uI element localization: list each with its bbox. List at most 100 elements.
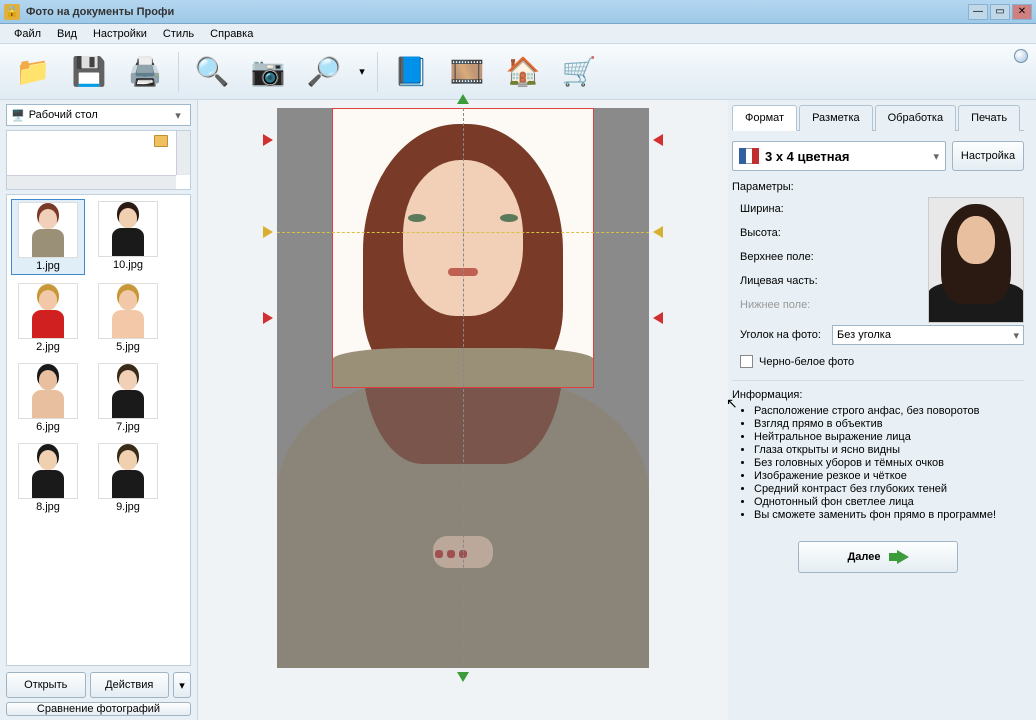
book-help-icon: 📘 [394,55,429,88]
actions-dropdown[interactable]: ▾ [173,672,191,698]
guide-marker[interactable] [653,226,663,238]
info-item: Расположение строго анфас, без поворотов [754,405,1024,417]
toolbar-help-button[interactable]: 📘 [384,49,438,95]
new-icon: 📁 [16,55,51,88]
thumbnail-image [18,283,78,339]
flag-icon [739,148,759,164]
folder-tree[interactable] [6,130,191,190]
menu-style[interactable]: Стиль [155,26,202,42]
thumbnail-label: 10.jpg [113,259,143,271]
bw-checkbox[interactable] [740,355,753,368]
tabs: Формат Разметка Обработка Печать [732,104,1024,131]
actions-button[interactable]: Действия [90,672,170,698]
info-item: Изображение резкое и чёткое [754,470,1024,482]
titlebar: 🔒 Фото на документы Профи — ▭ ✕ [0,0,1036,24]
thumbnail-image [98,443,158,499]
thumbnail[interactable]: 8.jpg [11,441,85,515]
open-button[interactable]: Открыть [6,672,86,698]
toolbar-new-button[interactable]: 📁 [6,49,60,95]
guide-marker-bottom[interactable] [457,672,469,682]
compare-button[interactable]: Сравнение фотографий [6,702,191,716]
thumbnail-label: 6.jpg [36,421,60,433]
sidebar: 🖥️ Рабочий стол ▾ 1.jpg 10.jpg 2.jpg 5.jpg 6… [0,100,198,720]
config-button[interactable]: Настройка [952,141,1024,171]
folder-combo[interactable]: 🖥️ Рабочий стол ▾ [6,104,191,126]
guide-marker[interactable] [653,134,663,146]
home-icon: 🏠 [506,55,541,88]
guide-marker[interactable] [653,312,663,324]
guide-marker[interactable] [263,312,273,324]
tree-vertical-scrollbar[interactable] [176,131,190,175]
thumbnail-label: 2.jpg [36,341,60,353]
toolbar: 📁 💾 🖨️ 🔍 📷 🔎 ▾ 📘 🎞️ 🏠 🛒 [0,44,1036,100]
toolbar-cart-button[interactable]: 🛒 [552,49,606,95]
params-heading: Параметры: [732,181,1024,193]
maximize-button[interactable]: ▭ [990,4,1010,20]
toolbar-search-dropdown[interactable]: ▾ [353,49,371,95]
format-preset-combo[interactable]: 3 x 4 цветная ▾ [732,141,946,171]
next-button-label: Далее [847,551,880,563]
tab-format[interactable]: Формат [732,105,797,131]
toolbar-save-button[interactable]: 💾 [62,49,116,95]
thumbnail[interactable]: 5.jpg [91,281,165,355]
photo-canvas[interactable] [277,108,649,668]
guide-vertical [463,108,464,668]
toolbar-video-button[interactable]: 🎞️ [440,49,494,95]
next-button[interactable]: Далее [798,541,958,573]
toolbar-separator [178,52,179,92]
chevron-down-icon: ▾ [933,150,939,163]
guide-marker[interactable] [263,134,273,146]
info-item: Вы сможете заменить фон прямо в программ… [754,509,1024,521]
tab-print[interactable]: Печать [958,105,1020,131]
chevron-down-icon: ▾ [170,109,186,122]
thumbnail[interactable]: 10.jpg [91,199,165,275]
thumbnail-label: 8.jpg [36,501,60,513]
folder-label: Рабочий стол [29,109,98,121]
thumbnail-image [18,443,78,499]
save-icon: 💾 [72,55,107,88]
guide-marker-top[interactable] [457,94,469,104]
tree-horizontal-scrollbar[interactable] [7,175,176,189]
folder-icon [154,135,168,147]
thumbnail-label: 9.jpg [116,501,140,513]
thumbnail[interactable]: 7.jpg [91,361,165,435]
minimize-button[interactable]: — [968,4,988,20]
thumbnail[interactable]: 9.jpg [91,441,165,515]
format-preset-label: 3 x 4 цветная [765,149,849,164]
thumbnail-label: 1.jpg [36,260,60,272]
thumbnail[interactable]: 2.jpg [11,281,85,355]
menu-help[interactable]: Справка [202,26,261,42]
thumbnail-label: 7.jpg [116,421,140,433]
menu-view[interactable]: Вид [49,26,85,42]
toolbar-search-button[interactable]: 🔎 [297,49,351,95]
guide-marker[interactable] [263,226,273,238]
menu-settings[interactable]: Настройки [85,26,155,42]
panel-close-button[interactable] [1014,49,1028,63]
info-item: Без головных уборов и тёмных очков [754,457,1024,469]
info-item: Однотонный фон светлее лица [754,496,1024,508]
thumbnail-image [18,202,78,258]
thumbnails-panel: 1.jpg 10.jpg 2.jpg 5.jpg 6.jpg 7.jpg 8.jpg 9.jp… [6,194,191,666]
toolbar-zoom-button[interactable]: 🔍 [185,49,239,95]
toolbar-home-button[interactable]: 🏠 [496,49,550,95]
search-photo-icon: 🔎 [307,55,342,88]
thumbnail-image [98,283,158,339]
thumbnail-image [98,363,158,419]
toolbar-separator [377,52,378,92]
chevron-down-icon: ▾ [359,65,365,78]
corner-value: Без уголка [837,329,891,341]
toolbar-camera-button[interactable]: 📷 [241,49,295,95]
corner-combo[interactable]: Без уголка ▾ [832,325,1024,345]
bw-label: Черно-белое фото [759,356,854,368]
tab-process[interactable]: Обработка [875,105,956,131]
camera-icon: 📷 [251,55,286,88]
thumbnail-image [18,363,78,419]
tab-markup[interactable]: Разметка [799,105,873,131]
print-icon: 🖨️ [128,55,163,88]
close-button[interactable]: ✕ [1012,4,1032,20]
thumbnail[interactable]: 1.jpg [11,199,85,275]
info-item: Взгляд прямо в объектив [754,418,1024,430]
menu-file[interactable]: Файл [6,26,49,42]
thumbnail[interactable]: 6.jpg [11,361,85,435]
toolbar-print-button[interactable]: 🖨️ [118,49,172,95]
